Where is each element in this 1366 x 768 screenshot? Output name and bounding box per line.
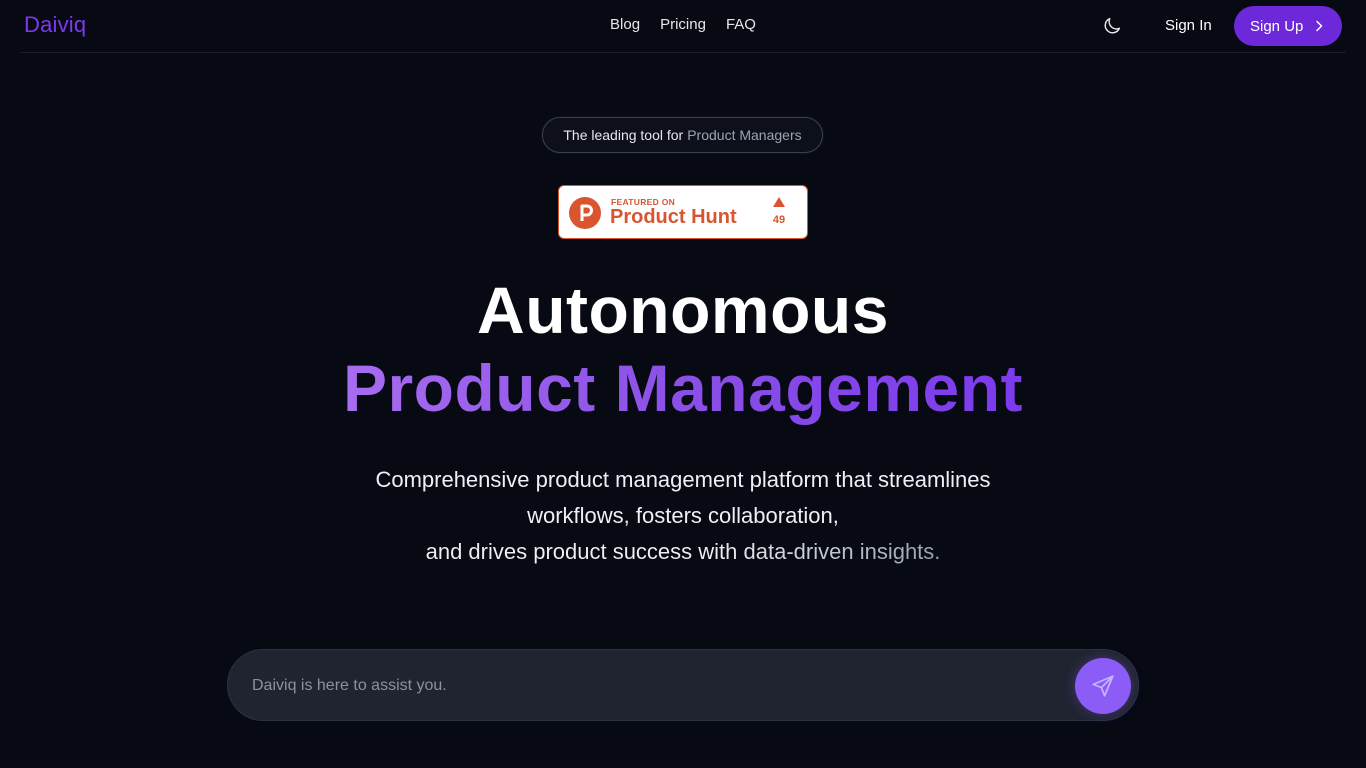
main-nav: Blog Pricing FAQ	[0, 16, 1366, 33]
nav-link-blog[interactable]: Blog	[610, 16, 640, 33]
theme-toggle-button[interactable]	[1101, 15, 1123, 37]
tagline-pill: The leading tool for Product Managers	[542, 117, 823, 153]
product-hunt-name: Product Hunt	[610, 206, 737, 228]
subtitle-line-2: workflows, fosters collaboration,	[527, 503, 839, 528]
sign-up-button[interactable]: Sign Up	[1234, 6, 1342, 46]
send-icon	[1092, 675, 1114, 697]
upvote-arrow-icon	[773, 197, 785, 207]
hero-subtitle: Comprehensive product management platfor…	[0, 462, 1366, 570]
product-hunt-badge[interactable]: FEATURED ON Product Hunt 49	[558, 185, 808, 239]
chat-input-bar	[227, 649, 1139, 721]
chevron-right-icon	[1316, 20, 1323, 32]
tagline-text-primary: The leading tool for	[563, 127, 684, 143]
subtitle-line-3: and drives product success with data-dri…	[425, 539, 941, 564]
sign-up-label: Sign Up	[1250, 17, 1304, 35]
chat-input[interactable]	[252, 668, 1052, 704]
moon-icon	[1104, 17, 1121, 34]
hero-title-line-2: Product Management	[0, 350, 1366, 426]
sign-in-link[interactable]: Sign In	[1165, 17, 1212, 34]
hero-title-gradient-text: Product Management	[342, 351, 1024, 425]
product-hunt-logo-icon	[569, 197, 601, 229]
nav-link-faq[interactable]: FAQ	[726, 16, 756, 33]
tagline-text-secondary: Product Managers	[687, 127, 802, 143]
upvote-count: 49	[772, 214, 786, 226]
hero-title-line-1: Autonomous	[477, 273, 889, 347]
header-divider	[20, 52, 1346, 53]
nav-link-pricing[interactable]: Pricing	[660, 16, 706, 33]
send-button[interactable]	[1075, 658, 1131, 714]
subtitle-line-1: Comprehensive product management platfor…	[375, 467, 991, 492]
top-navigation-bar: Daiviq Blog Pricing FAQ Sign In Sign Up	[0, 0, 1366, 52]
